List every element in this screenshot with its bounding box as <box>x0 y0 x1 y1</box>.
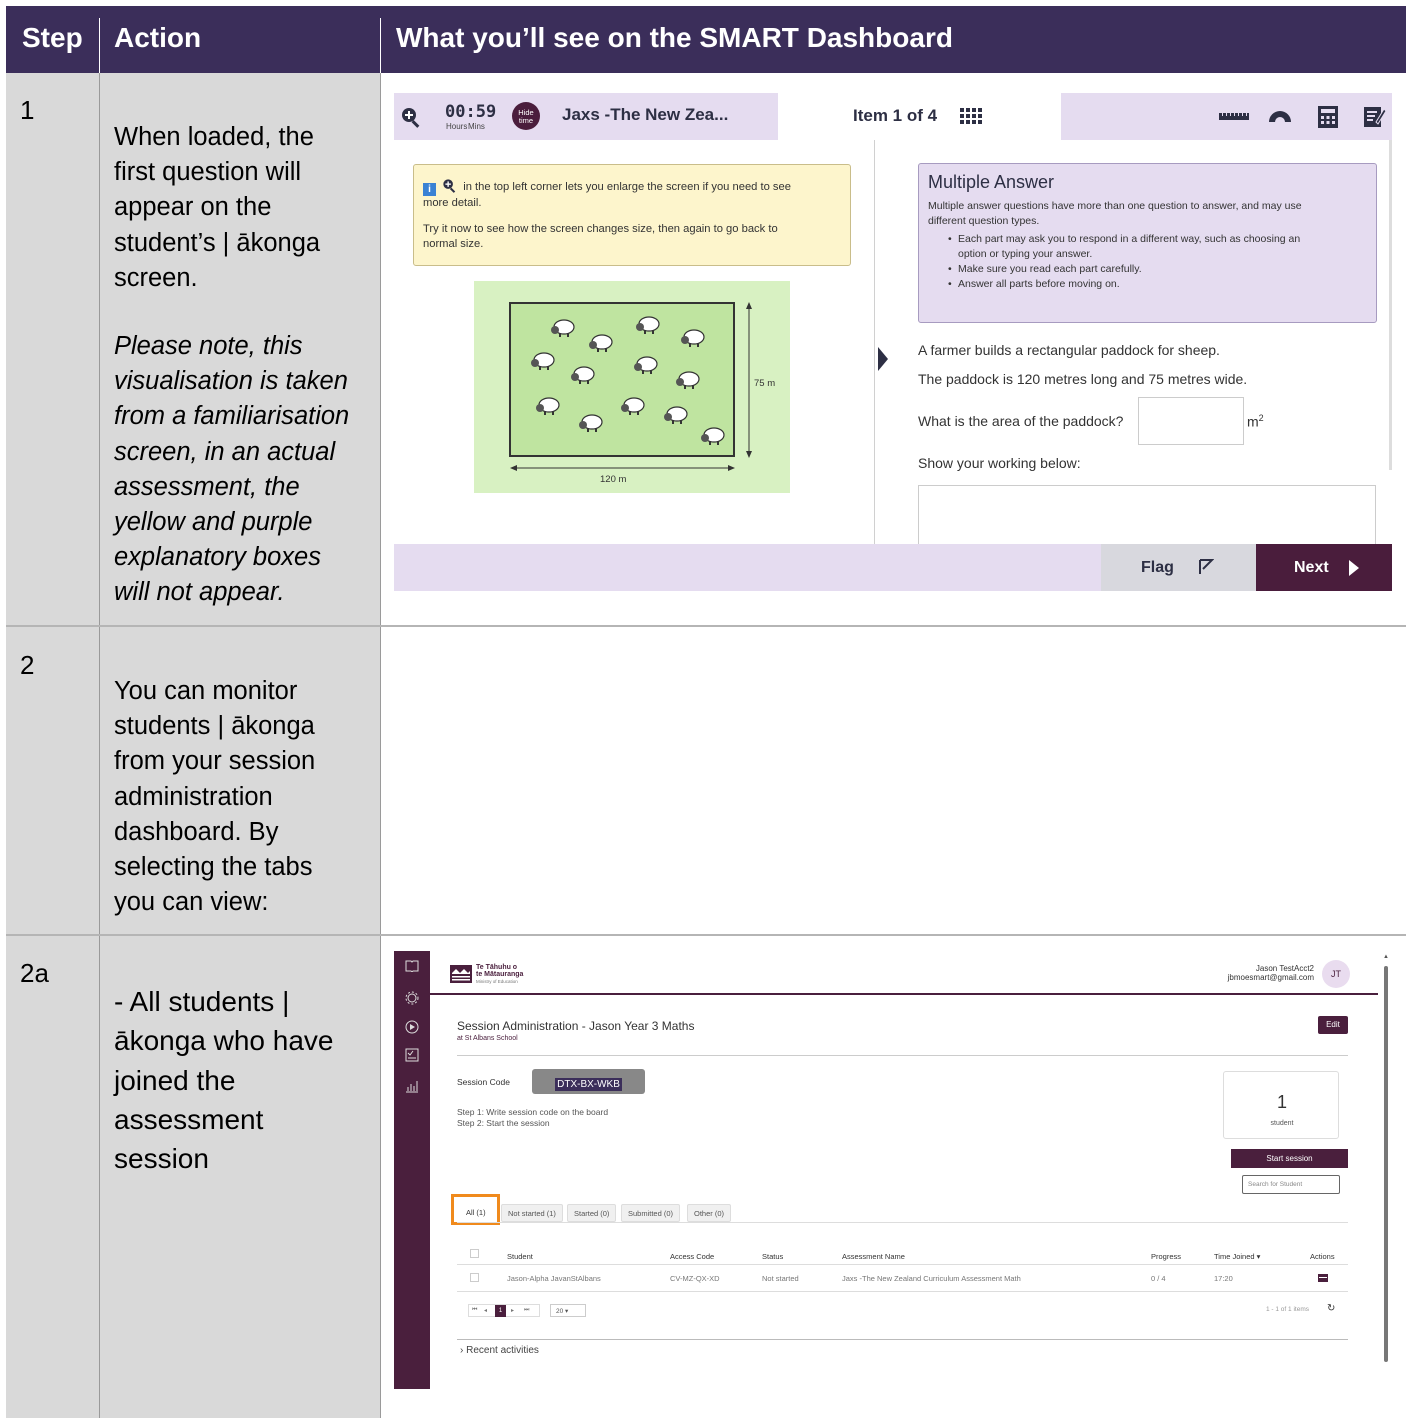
question-text: Show your working below: <box>918 455 1081 471</box>
notepad-icon[interactable] <box>1364 105 1386 127</box>
actions-icon[interactable] <box>1318 1274 1328 1282</box>
info-icon: i <box>423 183 436 196</box>
protractor-icon[interactable] <box>1268 107 1292 123</box>
tab-submitted[interactable]: Submitted (0) <box>621 1204 681 1222</box>
select-all-checkbox[interactable] <box>470 1249 479 1258</box>
gear-icon[interactable] <box>405 991 419 1005</box>
ruler-icon[interactable] <box>1219 111 1249 121</box>
book-icon[interactable] <box>405 960 419 972</box>
row-checkbox[interactable] <box>470 1273 479 1282</box>
page-title: Session Administration - Jason Year 3 Ma… <box>457 1019 695 1033</box>
note-text: Please note, this <box>114 332 303 361</box>
item-indicator: Item 1 of 4 <box>853 106 938 125</box>
assessment-toolbar: 00:59 Hours Mins Hide time Jaxs -The New… <box>394 93 1392 140</box>
reports-icon[interactable] <box>405 1079 419 1093</box>
school-name: at St Albans School <box>457 1035 518 1042</box>
step-action: When loaded, the first question will app… <box>114 120 369 611</box>
header-action: Action <box>114 22 202 53</box>
first-page-icon[interactable]: ⏮ <box>472 1307 477 1314</box>
dashboard-screenshot: Te Tāhuhu o te Mātauranga Ministry of Edu… <box>394 951 1390 1389</box>
start-session-button[interactable]: Start session <box>1231 1149 1348 1168</box>
items-info: 1 - 1 of 1 items <box>1266 1306 1309 1313</box>
height-label: 75 m <box>754 378 776 389</box>
multiple-answer-box: Multiple Answer Multiple answer question… <box>918 163 1377 323</box>
step-action: - All students | ākonga who have joined … <box>114 986 334 1175</box>
tab-not-started[interactable]: Not started (1) <box>501 1204 563 1222</box>
scrollbar[interactable] <box>1389 140 1392 470</box>
flag-button[interactable]: Flag <box>1101 544 1256 591</box>
play-icon[interactable] <box>405 1020 419 1034</box>
step-action: You can monitor students | ākonga from y… <box>114 677 316 917</box>
step-number: 1 <box>20 95 35 125</box>
header-view: What you’ll see on the SMART Dashboard <box>396 22 953 53</box>
step-number: 2a <box>20 958 49 988</box>
org-name: Te Tāhuhu o te Mātauranga Ministry of Edu… <box>476 964 524 984</box>
expand-panel-icon[interactable] <box>878 347 888 371</box>
assessment-title: Jaxs -The New Zea... <box>562 105 729 124</box>
grid-icon[interactable] <box>960 108 982 124</box>
zoom-tip-box: i in the top left corner lets you enlarg… <box>413 164 851 266</box>
question-text: A farmer builds a rectangular paddock fo… <box>918 342 1220 358</box>
question-text: The paddock is 120 metres long and 75 me… <box>918 371 1248 387</box>
prev-page-icon[interactable]: ◂ <box>484 1307 487 1314</box>
column-header[interactable]: Access Code <box>670 1252 714 1261</box>
edit-button[interactable]: Edit <box>1318 1016 1348 1034</box>
area-answer-input[interactable] <box>1138 397 1244 445</box>
calculator-icon[interactable] <box>1318 106 1338 128</box>
zoom-in-icon <box>443 179 456 193</box>
tab-other[interactable]: Other (0) <box>687 1204 732 1222</box>
page-1-button[interactable]: 1 <box>495 1305 506 1317</box>
column-header[interactable]: Actions <box>1310 1252 1335 1261</box>
timer: 00:59 <box>445 102 497 122</box>
column-header[interactable]: Student <box>507 1252 533 1261</box>
assessment-screenshot: 00:59 Hours Mins Hide time Jaxs -The New… <box>394 93 1392 591</box>
column-header[interactable]: Assessment Name <box>842 1252 905 1261</box>
column-header[interactable]: Progress <box>1151 1252 1181 1261</box>
sidebar <box>394 951 430 1389</box>
last-page-icon[interactable]: ⏭ <box>524 1307 529 1314</box>
next-button[interactable]: Next <box>1256 544 1392 591</box>
instructions: Step 1: Write session code on the board S… <box>457 1107 609 1128</box>
student-count-card: 1 student <box>1223 1071 1339 1139</box>
tab-highlight <box>451 1194 500 1225</box>
width-label: 120 m <box>600 474 627 485</box>
header-step: Step <box>22 22 83 53</box>
search-input[interactable]: Search for Student <box>1242 1175 1340 1194</box>
hide-time-button[interactable]: Hide time <box>512 102 540 130</box>
step-number: 2 <box>20 650 35 680</box>
column-header[interactable]: Status <box>762 1252 783 1261</box>
flag-icon <box>1199 559 1214 574</box>
checklist-icon[interactable] <box>405 1048 419 1062</box>
avatar[interactable]: JT <box>1322 960 1350 988</box>
tab-started[interactable]: Started (0) <box>567 1204 617 1222</box>
paddock-diagram: 75 m 120 m <box>474 281 790 493</box>
column-header[interactable]: Time Joined ▾ <box>1214 1252 1260 1261</box>
session-code: DTX-BX-WKB <box>532 1069 645 1094</box>
scrollbar[interactable]: ▲ <box>1378 951 1390 1389</box>
chevron-right-icon <box>1349 560 1359 576</box>
refresh-icon[interactable]: ↻ <box>1327 1303 1335 1314</box>
question-text: What is the area of the paddock? <box>918 413 1124 429</box>
zoom-in-icon[interactable] <box>400 106 422 128</box>
table-header: Step Action What you’ll see on the SMART… <box>6 6 1406 73</box>
pager: ⏮ ◂ 1 ▸ ⏭ <box>468 1304 540 1317</box>
user-info: Jason TestAcct2 jbmoesmart@gmail.com <box>1227 964 1314 982</box>
ministry-logo <box>450 965 472 983</box>
recent-activities[interactable]: › Recent activities <box>460 1345 539 1356</box>
next-page-icon[interactable]: ▸ <box>511 1307 514 1314</box>
session-code-label: Session Code <box>457 1077 510 1087</box>
unit-label: m2 <box>1247 413 1264 430</box>
page-size-select[interactable]: 20 ▾ <box>550 1304 586 1317</box>
